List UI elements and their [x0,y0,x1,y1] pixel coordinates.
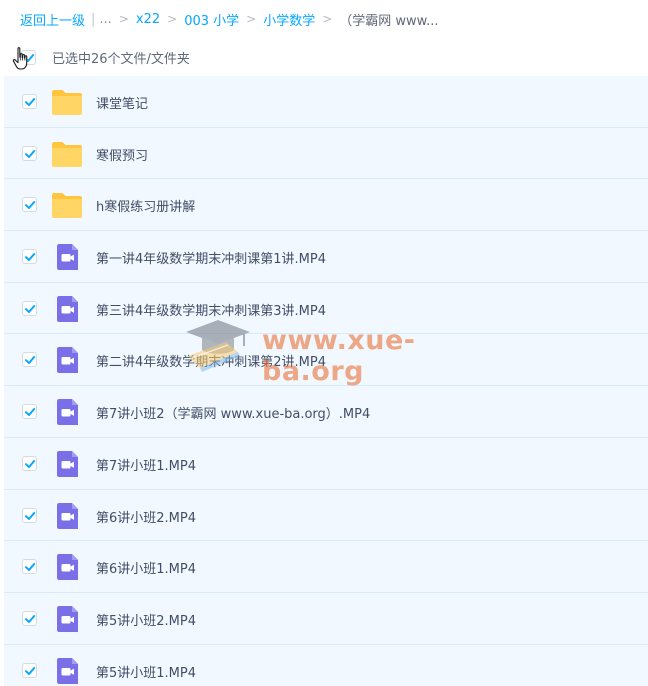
check-icon [25,408,36,417]
breadcrumb-divider: | [91,11,96,27]
file-row[interactable]: 寒假预习 [4,127,648,180]
hand-cursor-icon [12,47,28,70]
file-name[interactable]: 第5讲小班2.MP4 [96,610,196,629]
row-checkbox[interactable] [22,145,37,161]
video-file-icon [57,554,78,581]
check-icon [25,511,36,520]
file-name[interactable]: 第6讲小班2.MP4 [96,507,196,526]
folder-icon [52,141,82,167]
row-checkbox[interactable] [22,455,37,471]
video-file-icon [57,244,78,271]
back-link[interactable]: 返回上一级 [20,10,85,29]
file-row[interactable]: 第6讲小班1.MP4 [4,541,648,593]
file-row[interactable]: h寒假练习册讲解 [4,179,648,232]
row-checkbox[interactable] [22,249,37,265]
file-name[interactable]: h寒假练习册讲解 [96,196,195,215]
check-icon [25,666,36,675]
breadcrumb-ellipsis[interactable]: ... [99,12,111,27]
video-file-icon [57,502,78,529]
check-icon [25,304,36,313]
file-row[interactable]: 第一讲4年级数学期末冲刺课第1讲.MP4 [4,231,648,283]
video-file-icon [57,347,78,374]
video-file-icon [57,657,78,684]
row-checkbox[interactable] [22,610,37,626]
row-checkbox[interactable] [22,352,37,368]
breadcrumb-current: （学霸网 www... [339,13,439,29]
video-file-icon [57,295,78,322]
file-name[interactable]: 课堂笔记 [96,93,148,112]
selection-count: 已选中26个文件/文件夹 [52,52,190,67]
video-file-icon [57,605,78,632]
file-row[interactable]: 第7讲小班2（学霸网 www.xue-ba.org）.MP4 [4,386,648,438]
breadcrumb: 返回上一级 | ... > x22 > 003 小学 > 小学数学 > （学霸网… [0,0,648,38]
breadcrumb-separator: > [322,12,333,26]
check-icon [25,356,36,365]
file-name[interactable]: 第6讲小班1.MP4 [96,558,196,577]
file-row[interactable]: 第二讲4年级数学期末冲刺课第2讲.MP4 [4,334,648,387]
row-checkbox[interactable] [22,300,37,316]
row-checkbox[interactable] [22,662,37,678]
file-name[interactable]: 第一讲4年级数学期末冲刺课第1讲.MP4 [96,248,326,267]
file-row[interactable]: 第5讲小班2.MP4 [4,592,648,645]
file-row[interactable]: 第三讲4年级数学期末冲刺课第3讲.MP4 [4,282,648,335]
breadcrumb-item-003[interactable]: 003 小学 [184,10,239,29]
file-list: 课堂笔记寒假预习 h寒假练习册讲解第一讲4年级数学期末冲刺课第1讲.MP4 第三讲4… [4,76,648,686]
check-icon [25,563,36,572]
video-file-icon [57,450,78,477]
folder-icon [52,193,82,219]
selection-bar: 已选中26个文件/文件夹 [0,38,648,76]
file-row[interactable]: 第5讲小班1.MP4 [4,644,648,686]
folder-icon [52,90,82,115]
file-name[interactable]: 第5讲小班1.MP4 [96,662,196,681]
file-row[interactable]: 课堂笔记 [4,76,648,128]
file-name[interactable]: 第三讲4年级数学期末冲刺课第3讲.MP4 [96,300,326,319]
breadcrumb-item-math[interactable]: 小学数学 [263,10,315,29]
file-name[interactable]: 第7讲小班1.MP4 [96,455,196,474]
row-checkbox[interactable] [22,94,37,109]
row-checkbox[interactable] [22,197,37,213]
check-icon [25,459,36,468]
check-icon [25,614,36,623]
file-name[interactable]: 第二讲4年级数学期末冲刺课第2讲.MP4 [96,351,326,370]
breadcrumb-separator: > [246,12,257,26]
breadcrumb-separator: > [167,12,178,26]
check-icon [25,201,36,210]
video-file-icon [57,399,78,426]
file-row[interactable]: 第6讲小班2.MP4 [4,489,648,542]
breadcrumb-separator: > [118,12,129,26]
row-checkbox[interactable] [22,507,37,523]
file-row[interactable]: 第7讲小班1.MP4 [4,437,648,490]
check-icon [25,253,36,262]
check-icon [25,98,36,106]
file-name[interactable]: 寒假预习 [96,145,148,164]
breadcrumb-item-x22[interactable]: x22 [136,12,160,27]
row-checkbox[interactable] [22,404,37,420]
row-checkbox[interactable] [22,559,37,575]
file-name[interactable]: 第7讲小班2（学霸网 www.xue-ba.org）.MP4 [96,403,370,422]
check-icon [25,149,36,158]
